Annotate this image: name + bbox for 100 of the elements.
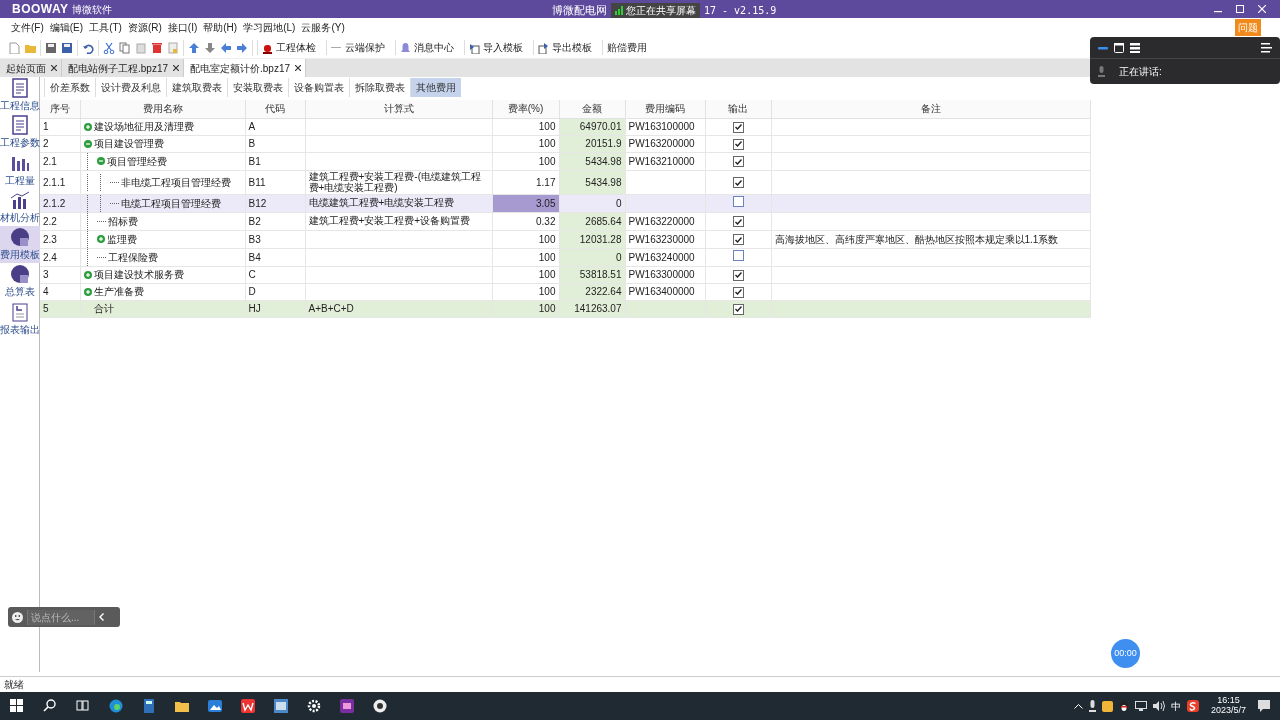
column-header[interactable]: 费用编码: [625, 100, 705, 118]
table-row[interactable]: 2 项目建设管理费 B 100 20151.9 PW163200000: [40, 135, 1090, 152]
sidebar-item[interactable]: 材机分析: [0, 188, 40, 226]
column-header[interactable]: 输出: [705, 100, 771, 118]
save-as-icon[interactable]: [61, 41, 73, 54]
arrow-left-icon[interactable]: [220, 41, 232, 54]
checkbox[interactable]: [732, 234, 744, 245]
search-icon[interactable]: [42, 699, 57, 713]
volume-icon[interactable]: [1152, 701, 1165, 711]
expand-icon[interactable]: [83, 270, 92, 279]
column-header[interactable]: 序号: [40, 100, 80, 118]
table-row[interactable]: 2.1.2 电缆工程项目管理经费 B12 电缆建筑工程费+电缆安装工程费 3.05 0: [40, 194, 1090, 212]
copy-icon[interactable]: [119, 41, 131, 54]
notification-icon[interactable]: [1258, 700, 1270, 712]
sheet-tab[interactable]: 安装取费表: [227, 77, 288, 97]
gear-icon[interactable]: [306, 699, 321, 713]
column-header[interactable]: 备注: [771, 100, 1090, 118]
menu-item[interactable]: 接口(I): [164, 20, 201, 35]
menu-item[interactable]: 编辑(E): [46, 20, 87, 35]
input-method-indicator[interactable]: 中: [1170, 698, 1181, 714]
mountain-icon[interactable]: [207, 699, 222, 713]
sidebar-item[interactable]: 总算表: [0, 263, 40, 301]
task-view-icon[interactable]: [75, 699, 90, 713]
checkbox[interactable]: [732, 249, 744, 261]
smiley-icon[interactable]: [12, 611, 23, 623]
start-icon[interactable]: [9, 699, 24, 713]
close-icon[interactable]: [295, 65, 302, 71]
delete-icon[interactable]: [151, 41, 163, 54]
table-row[interactable]: 4 生产准备费 D 100 2322.64 PW163400000: [40, 283, 1090, 300]
menu-item[interactable]: 工具(T): [86, 20, 125, 35]
calculator-icon[interactable]: [141, 699, 156, 713]
column-header[interactable]: 费用名称: [80, 100, 245, 118]
sidebar-item[interactable]: 工程参数: [0, 114, 40, 152]
table-row[interactable]: 2.2 招标费 B2 建筑工程费+安装工程费+设备购置费 0.32 2685.64 PW163220000: [40, 212, 1090, 230]
window-icon[interactable]: [1114, 42, 1124, 53]
close-icon[interactable]: [51, 65, 57, 71]
s-logo-icon[interactable]: [1186, 700, 1199, 712]
table-row[interactable]: 5 合计 HJ A+B+C+D 100 141263.07: [40, 300, 1090, 317]
sheet-tab[interactable]: 其他费用: [410, 77, 461, 97]
folder-icon[interactable]: [174, 699, 189, 713]
sidebar-item[interactable]: 工程信息: [0, 77, 40, 115]
app-window-icon[interactable]: [273, 699, 288, 713]
menu-item[interactable]: 云服务(Y): [298, 20, 348, 35]
table-row[interactable]: 2.3 监理费 B3 100 12031.28 PW163230000 高海拔地区、高纬度严寒地区、酷热地区按照本规定乘以1.1系数: [40, 230, 1090, 248]
menu-item[interactable]: 文件(F): [8, 20, 47, 35]
app-icon[interactable]: [339, 699, 354, 713]
toolbar-button[interactable]: 消息中心: [395, 40, 460, 55]
w-logo-icon[interactable]: [240, 699, 255, 713]
checkbox[interactable]: [732, 195, 744, 207]
microphone-icon[interactable]: [1088, 700, 1096, 712]
sidebar-item[interactable]: 费用模板: [0, 226, 40, 264]
expand-icon[interactable]: [83, 122, 92, 131]
close-icon[interactable]: [173, 65, 180, 71]
toolbar-button[interactable]: 赔偿费用: [602, 40, 653, 55]
toolbar-button[interactable]: 工程体检: [257, 40, 322, 55]
sidebar-item[interactable]: 报表输出: [0, 300, 40, 338]
maximize-icon[interactable]: [1236, 5, 1244, 13]
toolbar-button[interactable]: 导入模板: [464, 40, 529, 55]
tray-app-icon[interactable]: [1101, 700, 1113, 712]
penguin-icon[interactable]: [1118, 700, 1129, 712]
sheet-tab[interactable]: 价差系数: [44, 77, 95, 97]
menu-item[interactable]: 资源(R): [124, 20, 165, 35]
column-header[interactable]: 金额: [559, 100, 625, 118]
table-row[interactable]: 2.1 项目管理经费 B1 100 5434.98 PW163210000: [40, 152, 1090, 170]
collapse-icon[interactable]: [83, 139, 92, 148]
collapse-icon[interactable]: [96, 157, 105, 165]
checkbox[interactable]: [732, 269, 744, 281]
menu-item[interactable]: 帮助(H): [200, 20, 241, 35]
expand-icon[interactable]: [96, 235, 105, 243]
browser-icon[interactable]: [108, 699, 123, 713]
clipboard-icon[interactable]: [167, 41, 179, 54]
arrow-up-icon[interactable]: [188, 41, 200, 54]
cut-icon[interactable]: [103, 41, 115, 54]
menu-icon[interactable]: [1261, 42, 1272, 53]
toolbar-button[interactable]: 导出模板: [533, 40, 598, 55]
list-icon[interactable]: [1130, 42, 1140, 53]
checkbox[interactable]: [732, 121, 744, 133]
table-row[interactable]: 2.4 工程保险费 B4 100 0 PW163240000: [40, 248, 1090, 266]
column-header[interactable]: 代码: [245, 100, 305, 118]
column-header[interactable]: 费率(%): [492, 100, 559, 118]
toolbar-button[interactable]: 云端保护: [326, 40, 391, 55]
arrow-down-icon[interactable]: [204, 41, 216, 54]
clock[interactable]: 16:15 2023/5/7: [1210, 696, 1246, 716]
document-tab[interactable]: 配电室定额计价.bpz17: [184, 59, 307, 77]
chevron-up-icon[interactable]: [1073, 703, 1083, 709]
checkbox[interactable]: [732, 216, 744, 227]
menu-item[interactable]: 学习园地(L): [240, 20, 299, 35]
checkbox[interactable]: [732, 138, 744, 150]
sheet-tab[interactable]: 设备购置表: [288, 77, 349, 97]
round-app-icon[interactable]: [372, 699, 387, 713]
checkbox[interactable]: [732, 156, 744, 167]
save-icon[interactable]: [45, 41, 57, 54]
table-row[interactable]: 1 建设场地征用及清理费 A 100 64970.01 PW163100000: [40, 118, 1090, 135]
checkbox[interactable]: [732, 303, 744, 315]
checkbox[interactable]: [732, 286, 744, 298]
sidebar-item[interactable]: 工程量: [0, 151, 40, 189]
table-row[interactable]: 2.1.1 非电缆工程项目管理经费 B11 建筑工程费+安装工程费-(电缆建筑工程费+电缆安装工程费) 1.17 5434.98: [40, 170, 1090, 194]
chevron-left-icon[interactable]: [99, 613, 104, 621]
expand-icon[interactable]: [83, 287, 92, 296]
sheet-tab[interactable]: 设计费及利息: [95, 77, 166, 97]
